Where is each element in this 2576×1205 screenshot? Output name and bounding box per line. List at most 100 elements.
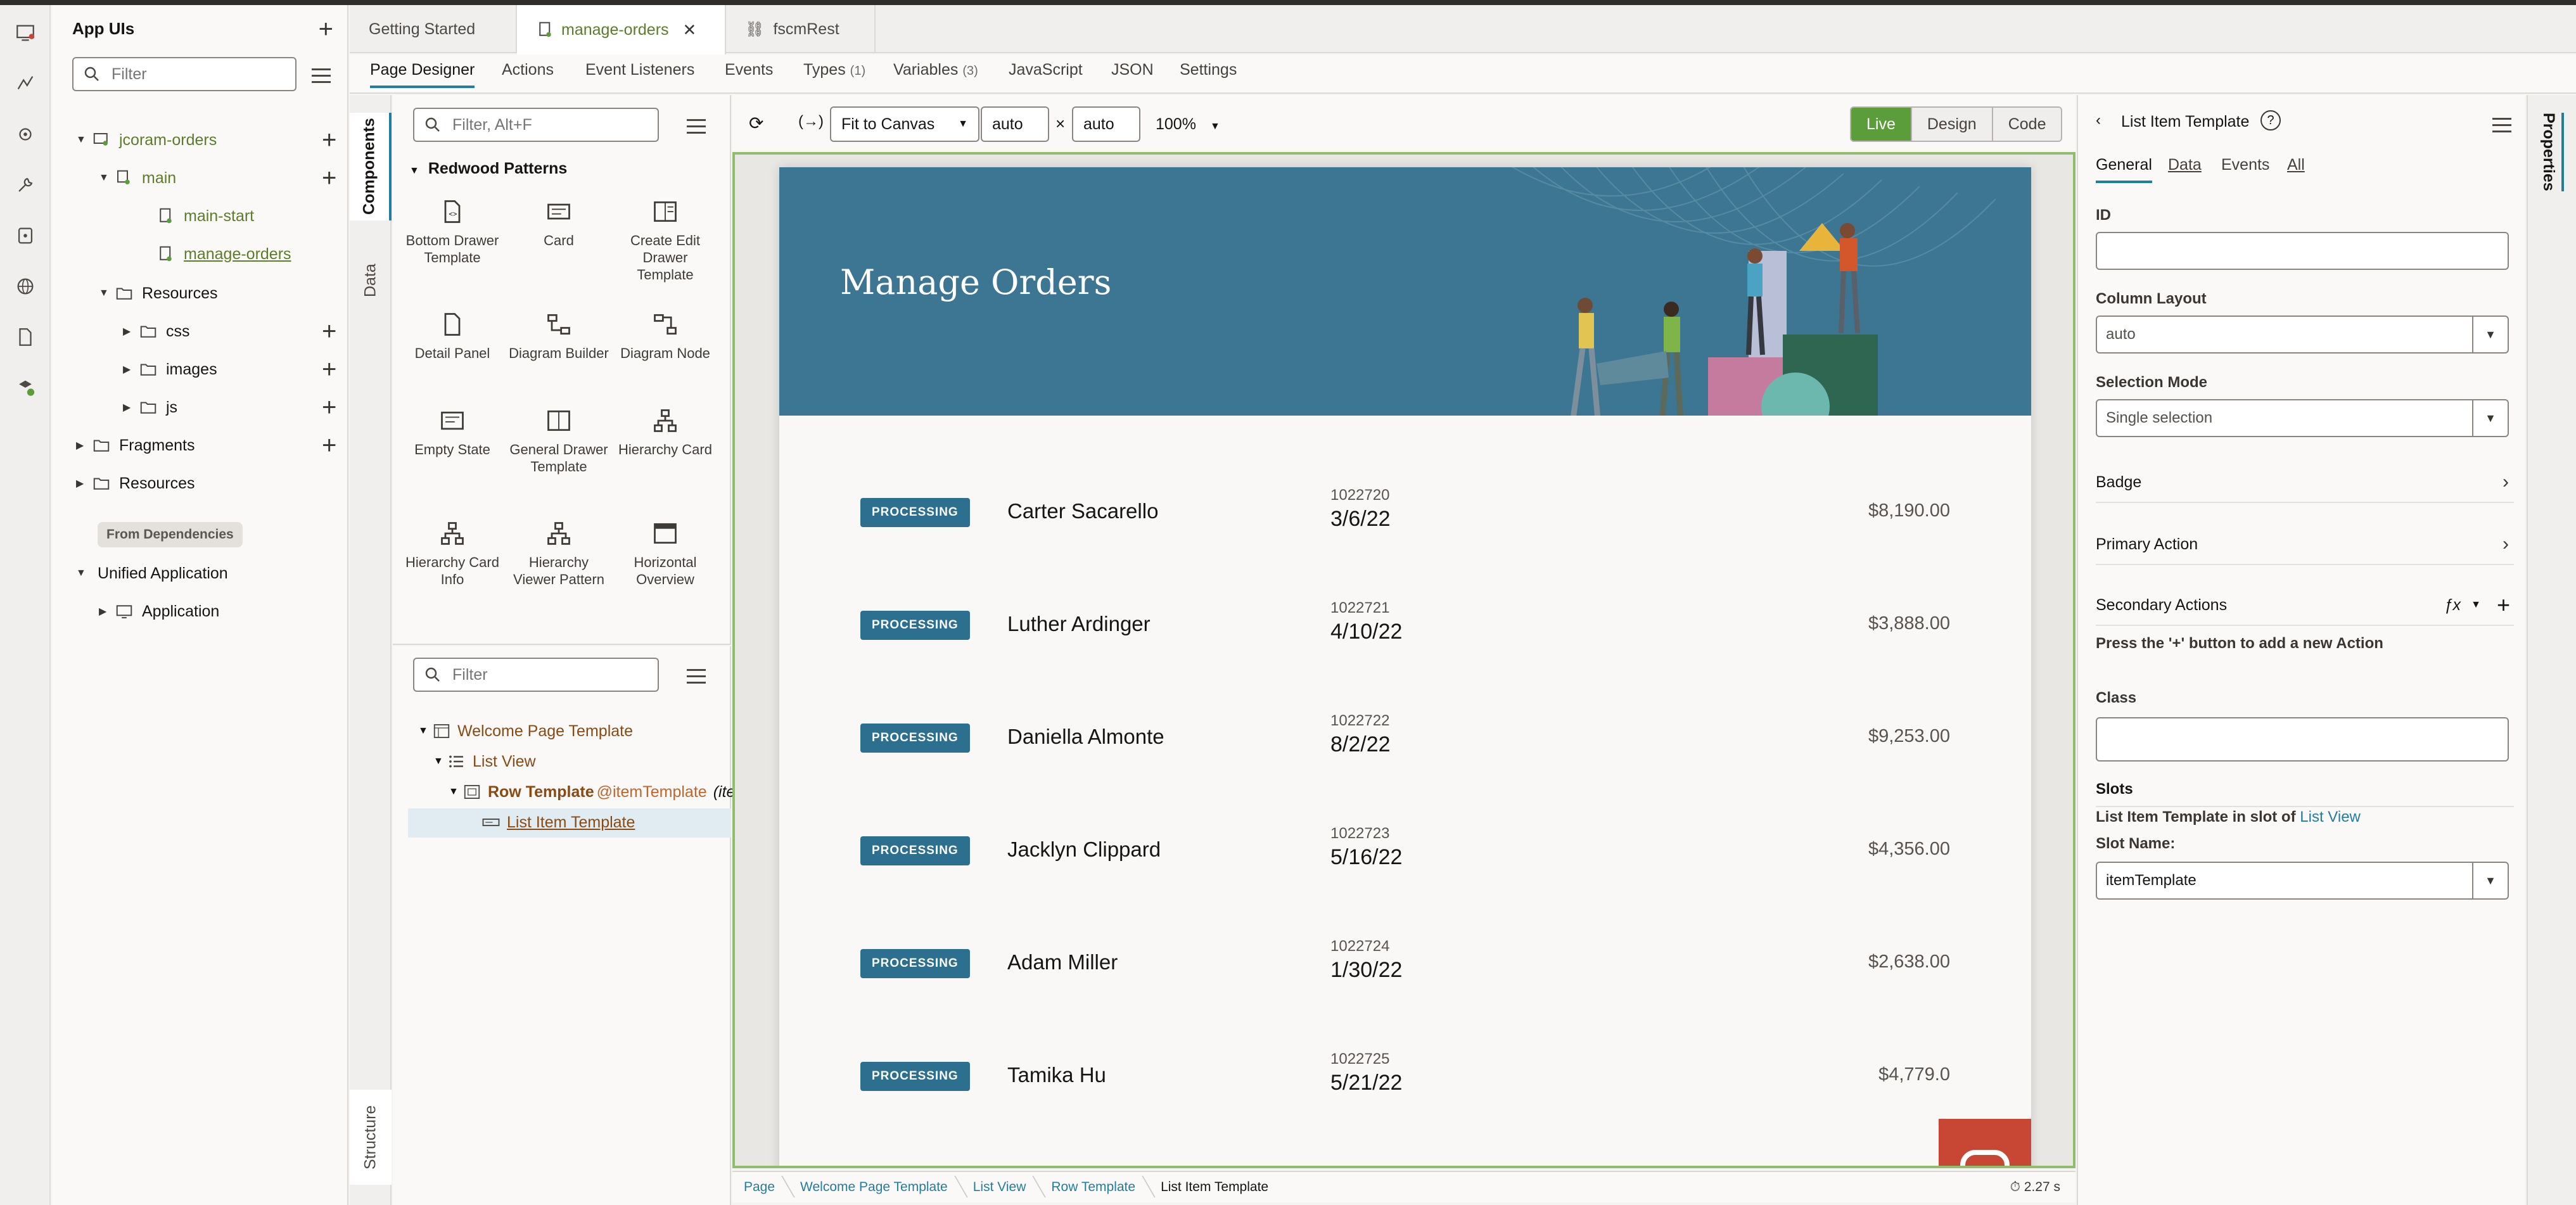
tab-event-listeners[interactable]: Event Listeners: [585, 61, 694, 86]
mode-code[interactable]: Code: [1993, 108, 2062, 141]
web-apps-icon[interactable]: [13, 20, 38, 46]
component-general-drawer[interactable]: General Drawer Template: [508, 407, 609, 475]
list-item[interactable]: PROCESSING Luther Ardinger 1022721 4/10/22 $…: [779, 571, 2031, 684]
primary-action-section[interactable]: Primary Action ›: [2096, 525, 2514, 565]
app-filter[interactable]: [72, 57, 296, 91]
component-card[interactable]: Card: [508, 198, 609, 249]
component-horizontal-overview[interactable]: Horizontal Overview: [615, 520, 716, 588]
structure-filter-input[interactable]: [452, 665, 640, 684]
panel-menu-icon[interactable]: [312, 68, 331, 85]
component-diagram-node[interactable]: Diagram Node: [615, 310, 716, 362]
class-input[interactable]: [2096, 717, 2509, 762]
tree-item-images[interactable]: ▶ images +: [123, 355, 336, 384]
tab-manage-orders[interactable]: manage-orders ✕: [517, 5, 726, 54]
slot-name-select[interactable]: itemTemplate ▼: [2096, 862, 2509, 900]
structure-row-template[interactable]: ▼ Row Template @itemTemplate (ite: [449, 778, 735, 806]
add-icon[interactable]: +: [322, 431, 336, 460]
selection-mode-select[interactable]: Single selection ▼: [2096, 399, 2509, 437]
tab-settings[interactable]: Settings: [1180, 61, 1237, 86]
tree-item-main-start[interactable]: main-start: [156, 201, 254, 231]
tab-types[interactable]: Types (1): [803, 61, 865, 86]
tab-all[interactable]: All: [2287, 156, 2305, 174]
back-icon[interactable]: ‹: [2096, 112, 2101, 129]
design-canvas[interactable]: Manage Orders PROCESSING Carter Sacarello…: [732, 152, 2075, 1168]
tab-data[interactable]: Data: [350, 239, 392, 322]
add-icon[interactable]: +: [322, 355, 336, 384]
badge-section[interactable]: Badge ›: [2096, 462, 2514, 503]
component-hierarchy-viewer[interactable]: Hierarchy Viewer Pattern: [508, 520, 609, 588]
properties-menu-icon[interactable]: [2492, 118, 2511, 134]
variables-icon[interactable]: (→): [798, 113, 824, 131]
add-app-button[interactable]: +: [319, 16, 333, 42]
id-input[interactable]: [2096, 232, 2509, 270]
list-item[interactable]: PROCESSING Tamika Hu 1022725 5/21/22 $4,779.…: [779, 1023, 2031, 1135]
structure-menu-icon[interactable]: [687, 669, 706, 685]
component-detail-panel[interactable]: Detail Panel: [402, 310, 503, 362]
help-icon[interactable]: ?: [2260, 110, 2281, 131]
add-icon[interactable]: +: [322, 317, 336, 346]
components-filter-input[interactable]: [452, 115, 640, 134]
tab-page-designer[interactable]: Page Designer: [370, 61, 475, 88]
component-hierarchy-card-info[interactable]: Hierarchy Card Info: [402, 520, 503, 588]
tree-item-main[interactable]: ▼ main +: [99, 163, 336, 193]
components-icon[interactable]: [13, 375, 38, 400]
app-filter-input[interactable]: [112, 65, 282, 84]
structure-filter[interactable]: [413, 658, 659, 692]
zoom-select[interactable]: 100% ▼: [1156, 115, 1220, 134]
mode-live[interactable]: Live: [1851, 108, 1912, 141]
tree-item-js[interactable]: ▶ js +: [123, 393, 336, 422]
tab-javascript[interactable]: JavaScript: [1009, 61, 1083, 86]
structure-list-view[interactable]: ▼ List View: [433, 748, 536, 775]
tab-events[interactable]: Events: [2221, 156, 2269, 174]
group-redwood-patterns[interactable]: ▼ Redwood Patterns: [409, 160, 567, 178]
tab-fscmrest[interactable]: ⛓ fscmRest: [726, 5, 876, 53]
document-icon[interactable]: [13, 324, 38, 350]
oracle-assistant-button[interactable]: [1939, 1119, 2031, 1166]
tab-components[interactable]: Components: [350, 113, 392, 220]
structure-welcome-page[interactable]: ▼ Welcome Page Template: [418, 717, 633, 745]
component-diagram-builder[interactable]: Diagram Builder: [508, 310, 609, 362]
tree-item-manage-orders[interactable]: manage-orders: [156, 239, 291, 269]
fit-to-canvas-select[interactable]: Fit to Canvas ▼: [830, 106, 979, 142]
close-icon[interactable]: ✕: [683, 20, 697, 40]
crumb-list-view[interactable]: List View: [962, 1180, 1040, 1195]
list-item[interactable]: PROCESSING Daniella Almonte 1022722 8/2/22 $…: [779, 684, 2031, 797]
tree-item-css[interactable]: ▶ css +: [123, 317, 336, 346]
expression-icon[interactable]: ƒx: [2444, 596, 2461, 615]
crumb-row-template[interactable]: Row Template: [1040, 1180, 1149, 1195]
components-filter[interactable]: [413, 108, 659, 142]
refresh-icon[interactable]: ⟳: [749, 113, 763, 134]
add-icon[interactable]: +: [322, 393, 336, 422]
tab-variables[interactable]: Variables (3): [893, 61, 978, 86]
component-bottom-drawer[interactable]: <> Bottom Drawer Template: [402, 198, 503, 266]
tree-item-fragments[interactable]: ▶ Fragments +: [76, 431, 336, 460]
palette-menu-icon[interactable]: [687, 119, 706, 136]
tab-properties[interactable]: Properties: [2539, 113, 2564, 191]
add-action-button[interactable]: +: [2497, 592, 2510, 618]
add-icon[interactable]: +: [322, 126, 336, 155]
add-icon[interactable]: +: [322, 164, 336, 193]
structure-list-item-template[interactable]: List Item Template: [481, 808, 635, 836]
column-layout-select[interactable]: auto ▼: [2096, 316, 2509, 354]
tab-json[interactable]: JSON: [1111, 61, 1154, 86]
tab-getting-started[interactable]: Getting Started: [350, 5, 517, 53]
tree-item-unified-app[interactable]: ▼ Unified Application: [76, 559, 228, 588]
crumb-page[interactable]: Page: [732, 1180, 789, 1195]
component-empty-state[interactable]: Empty State: [402, 407, 503, 458]
crumb-list-item-template[interactable]: List Item Template: [1149, 1180, 1282, 1195]
mode-design[interactable]: Design: [1911, 108, 1993, 141]
tab-actions[interactable]: Actions: [502, 61, 554, 86]
crumb-welcome-page-template[interactable]: Welcome Page Template: [789, 1180, 962, 1195]
component-hierarchy-card[interactable]: Hierarchy Card: [615, 407, 716, 458]
slot-link[interactable]: List View: [2300, 808, 2361, 826]
tab-events[interactable]: Events: [725, 61, 773, 86]
list-item[interactable]: PROCESSING Adam Miller 1022724 1/30/22 $2,63…: [779, 910, 2031, 1023]
globe-icon[interactable]: [13, 274, 38, 299]
component-create-edit-drawer[interactable]: Create Edit Drawer Template: [615, 198, 716, 283]
tab-structure[interactable]: Structure: [350, 1090, 392, 1185]
process-icon[interactable]: [13, 71, 38, 96]
list-item[interactable]: PROCESSING Jacklyn Clippard 1022723 5/16/22…: [779, 797, 2031, 910]
tree-item-resources-root[interactable]: ▶ Resources: [76, 469, 195, 498]
tree-item-app[interactable]: ▼ jcoram-orders +: [76, 125, 336, 155]
chevron-down-icon[interactable]: ▼: [2471, 599, 2481, 611]
